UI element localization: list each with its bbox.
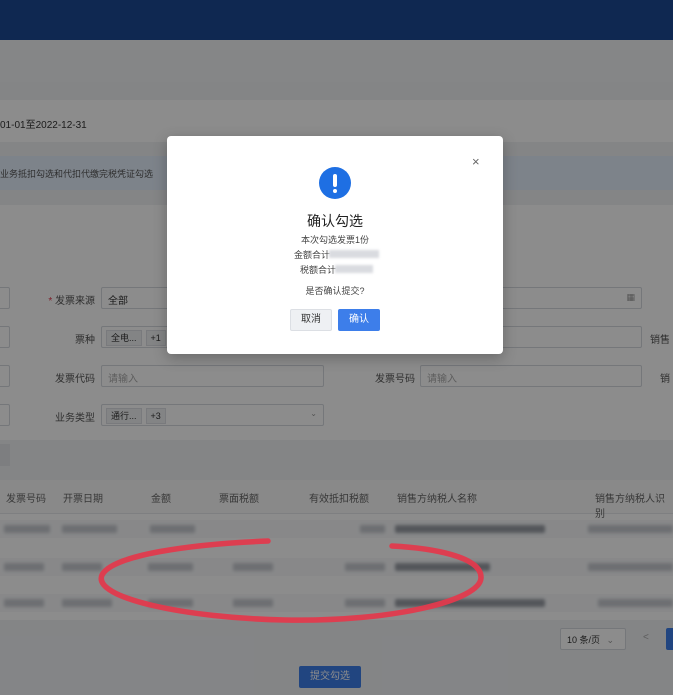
confirm-button[interactable]: 确认 bbox=[338, 309, 380, 331]
cancel-button[interactable]: 取消 bbox=[290, 309, 332, 331]
confirm-dialog: × 确认勾选 本次勾选发票1份 金额合计 税额合计 是否确认提交? 取消 确认 bbox=[167, 136, 503, 354]
exclamation-icon bbox=[319, 167, 351, 199]
dialog-line-count: 本次勾选发票1份 bbox=[300, 235, 369, 245]
dialog-question: 是否确认提交? bbox=[305, 286, 365, 296]
redacted-amount bbox=[329, 250, 379, 258]
dialog-amount-label: 金额合计 bbox=[294, 250, 331, 260]
close-icon[interactable]: × bbox=[472, 154, 480, 169]
dialog-title: 确认勾选 bbox=[307, 213, 363, 229]
redacted-tax bbox=[335, 265, 373, 273]
dialog-tax-label: 税额合计 bbox=[300, 265, 337, 275]
